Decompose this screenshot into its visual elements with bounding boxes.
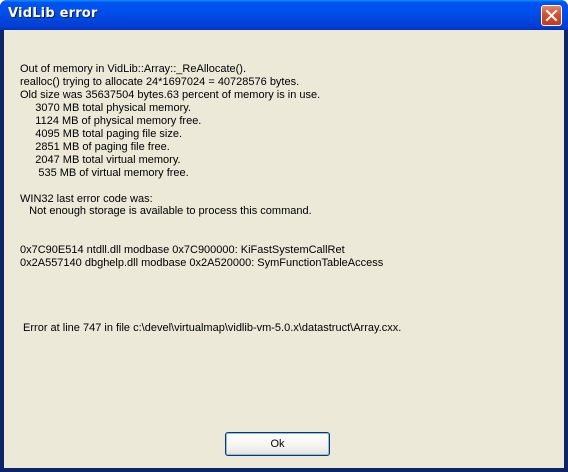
window-title: VidLib error xyxy=(8,6,98,21)
dialog-body: Out of memory in VidLib::Array::_ReAlloc… xyxy=(4,30,564,468)
close-icon xyxy=(545,9,558,22)
error-message: Out of memory in VidLib::Array::_ReAlloc… xyxy=(20,63,402,335)
error-dialog-window: VidLib error Out of memory in VidLib::Ar… xyxy=(0,0,568,472)
ok-button[interactable]: Ok xyxy=(225,432,330,456)
close-button[interactable] xyxy=(541,5,562,26)
title-bar[interactable]: VidLib error xyxy=(0,0,568,30)
